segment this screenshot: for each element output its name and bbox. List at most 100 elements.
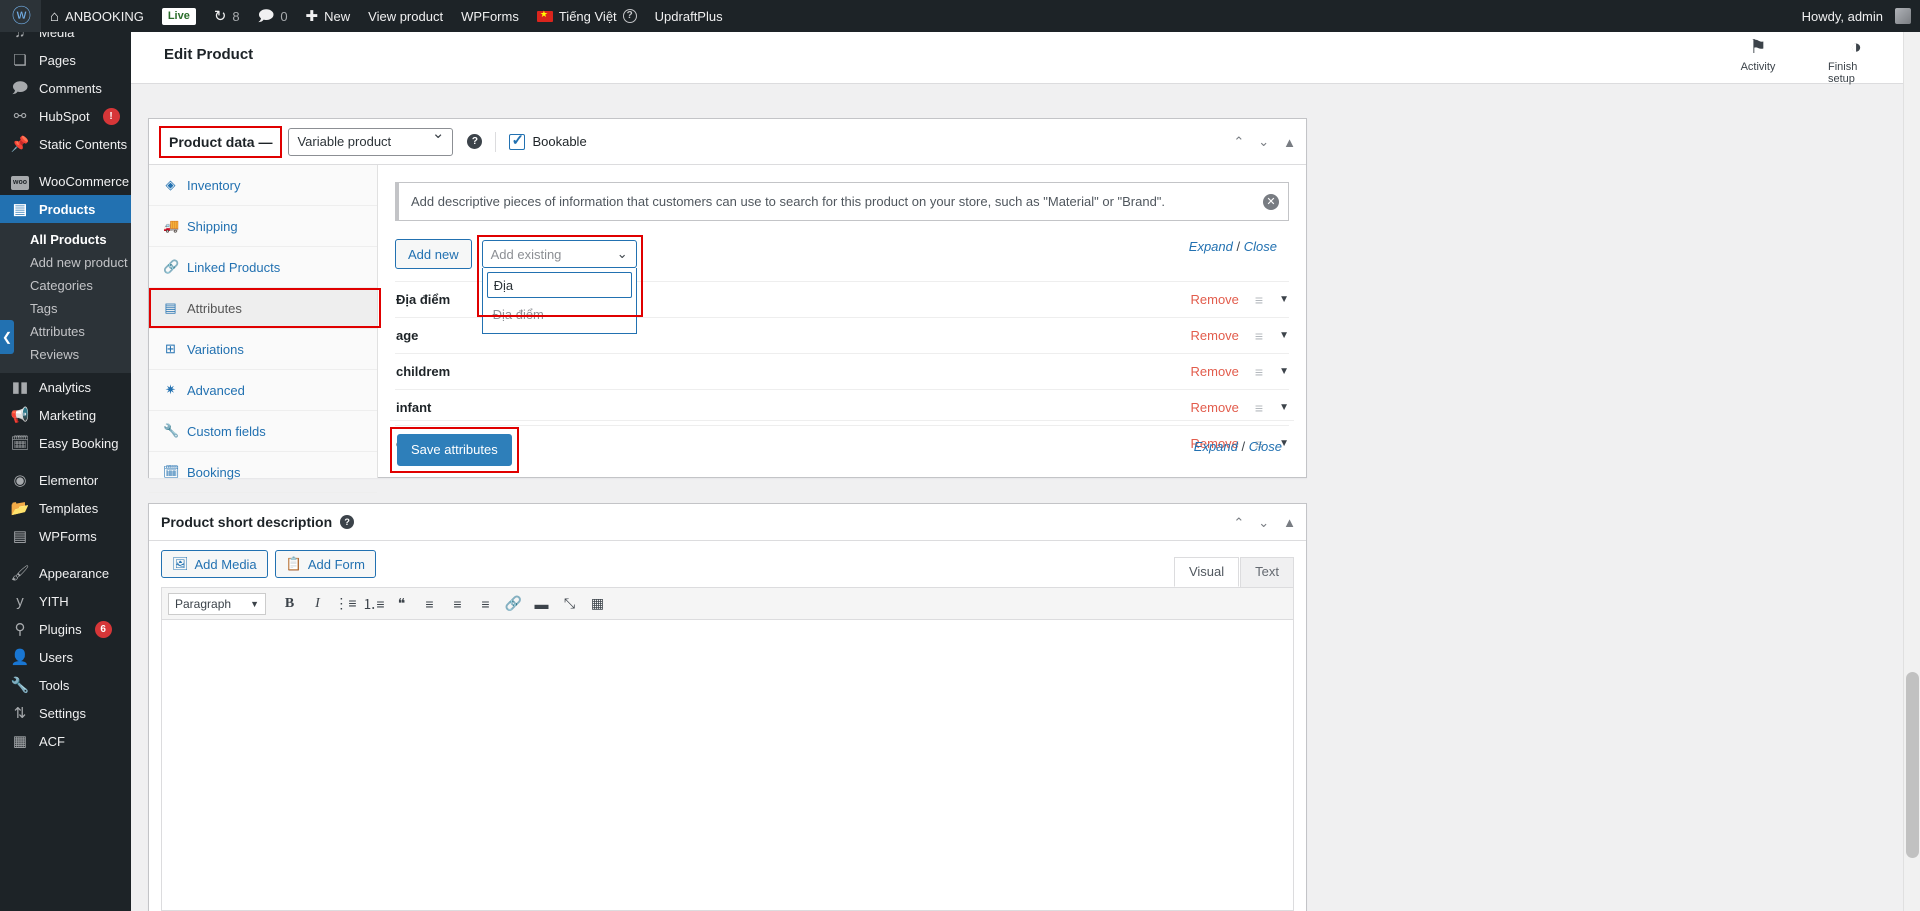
insert-link-icon[interactable]: 🔗 [501,592,526,616]
chevron-down-icon[interactable]: ▼ [1279,294,1289,305]
sidebar-item-elementor[interactable]: ◉ Elementor [0,466,131,494]
dismiss-icon[interactable]: ✕ [1263,193,1279,210]
question-mark-icon[interactable]: ? [622,9,637,23]
drag-handle-icon[interactable]: ≡ [1255,400,1263,416]
add-existing-select[interactable]: Add existing ⌄ [481,240,637,268]
remove-attribute-link[interactable]: Remove [1191,328,1239,343]
sidebar-item-comments[interactable]: 🗩 Comments [0,74,131,102]
site-name-menu[interactable]: ⌂ ANBOOKING [41,0,153,32]
sidebar-item-templates[interactable]: 📂 Templates [0,494,131,522]
sidebar-item-tools[interactable]: 🔧 Tools [0,671,131,699]
sidebar-item-woocommerce[interactable]: woo WooCommerce [0,167,131,195]
sidebar-item-media[interactable]: ♫ Media [0,32,131,46]
tab-visual[interactable]: Visual [1173,557,1240,587]
move-down-icon[interactable]: ⌄ [1258,515,1269,531]
account-menu[interactable]: Howdy, admin [1793,0,1920,32]
updraftplus-menu[interactable]: UpdraftPlus [646,0,732,32]
drag-handle-icon[interactable]: ≡ [1255,364,1263,380]
comments-menu[interactable]: 🗩 0 [249,0,297,32]
italic-icon[interactable]: I [305,592,330,616]
product-type-select-wrap[interactable]: Variable product [288,124,454,156]
wordpress-logo-icon[interactable]: ⓦ [0,0,42,32]
sidebar-item-categories[interactable]: Categories [0,274,131,297]
sidebar-item-acf[interactable]: ▦ ACF [0,727,131,755]
tab-bookings[interactable]: 🗓 Bookings [149,452,377,493]
sidebar-item-wpforms[interactable]: ▤ WPForms [0,522,131,550]
sidebar-item-all-products[interactable]: All Products [0,228,131,251]
product-type-select[interactable]: Variable product [288,127,454,156]
numbered-list-icon[interactable]: ⒈≡ [361,592,386,616]
bookable-checkbox-label[interactable]: Bookable [509,131,587,150]
sidebar-item-attributes[interactable]: Attributes [0,320,131,343]
sidebar-item-marketing[interactable]: 📢 Marketing [0,401,131,429]
tab-attributes[interactable]: ▤ Attributes [149,288,381,329]
page-scrollbar[interactable] [1903,32,1920,911]
read-more-icon[interactable]: ▬ [529,592,554,616]
tab-inventory[interactable]: ◈ Inventory [149,165,377,206]
add-media-button[interactable]: 🖼 Add Media [161,550,268,578]
wpforms-menu[interactable]: WPForms [452,0,528,32]
chevron-down-icon[interactable]: ▼ [1279,402,1289,413]
sidebar-item-appearance[interactable]: 🖌 Appearance [0,559,131,587]
drag-handle-icon[interactable]: ≡ [1255,292,1263,308]
tab-linked-products[interactable]: 🔗 Linked Products [149,247,377,288]
align-center-icon[interactable]: ≡ [445,592,470,616]
sidebar-item-users[interactable]: 👤 Users [0,643,131,671]
scrollbar-thumb[interactable] [1906,672,1919,858]
sidebar-item-analytics[interactable]: ▮▮ Analytics [0,373,131,401]
sidebar-item-add-new-product[interactable]: Add new product [0,251,131,274]
sidebar-item-hubspot[interactable]: ⚯ HubSpot ! [0,102,131,130]
sidebar-item-pages[interactable]: ❏ Pages [0,46,131,74]
bookable-checkbox[interactable] [509,131,526,150]
sidebar-item-easy-booking[interactable]: 🗓 Easy Booking [0,429,131,457]
sidebar-item-products[interactable]: ▤ Products [0,195,131,223]
tab-text[interactable]: Text [1240,557,1294,587]
sidebar-item-reviews[interactable]: Reviews [0,343,131,366]
close-link[interactable]: Close [1244,239,1277,254]
sidebar-item-static-contents[interactable]: 📌 Static Contents [0,130,131,158]
tab-advanced[interactable]: ✷ Advanced [149,370,377,411]
sidebar-item-yith[interactable]: y YITH [0,587,131,615]
paragraph-format-select[interactable]: Paragraph ▼ [168,592,266,615]
remove-attribute-link[interactable]: Remove [1191,292,1239,307]
add-form-button[interactable]: 📋 Add Form [274,550,376,578]
tab-variations[interactable]: ⊞ Variations [149,329,377,370]
align-right-icon[interactable]: ≡ [473,592,498,616]
toggle-panel-icon[interactable]: ▲ [1283,135,1296,150]
attribute-option[interactable]: Địa điểm [491,304,628,325]
bold-icon[interactable]: B [277,592,302,616]
remove-attribute-link[interactable]: Remove [1191,400,1239,415]
save-attributes-button[interactable]: Save attributes [397,433,512,466]
live-badge[interactable]: Live [153,0,205,32]
sidebar-item-plugins[interactable]: ⚲ Plugins 6 [0,615,131,643]
expand-link[interactable]: Expand [1194,439,1238,454]
toggle-panel-icon[interactable]: ▲ [1283,515,1296,530]
chevron-down-icon[interactable]: ▼ [1279,366,1289,377]
close-link[interactable]: Close [1249,439,1282,454]
attribute-search-input[interactable] [486,272,632,298]
sidebar-item-tags[interactable]: Tags [0,297,131,320]
expand-link[interactable]: Expand [1189,239,1233,254]
language-switcher[interactable]: Tiếng Việt ? [528,0,646,32]
move-up-icon[interactable]: ⌃ [1233,515,1244,531]
tab-custom-fields[interactable]: 🔧 Custom fields [149,411,377,452]
view-product-link[interactable]: View product [359,0,452,32]
short-description-editor[interactable] [161,619,1294,911]
blockquote-icon[interactable]: ❝ [389,592,414,616]
move-down-icon[interactable]: ⌄ [1258,134,1269,150]
sidebar-item-settings[interactable]: ⇅ Settings [0,699,131,727]
add-new-attribute-button[interactable]: Add new [395,239,472,269]
toolbar-toggle-icon[interactable]: ▦ [585,592,610,616]
collapse-menu-icon[interactable]: ❮ [0,320,14,354]
activity-button[interactable]: ⚑ Activity [1730,38,1786,85]
drag-handle-icon[interactable]: ≡ [1255,328,1263,344]
tab-shipping[interactable]: 🚚 Shipping [149,206,377,247]
help-icon[interactable]: ? [467,134,483,149]
move-up-icon[interactable]: ⌃ [1233,134,1244,150]
fullscreen-icon[interactable]: ⤡ [557,592,582,616]
help-icon[interactable]: ? [340,515,355,529]
finish-setup-button[interactable]: ◑ Finish setup [1828,38,1884,86]
new-content-menu[interactable]: ✚ New [297,0,360,32]
bulleted-list-icon[interactable]: ⋮≡ [333,592,358,616]
align-left-icon[interactable]: ≡ [417,592,442,616]
